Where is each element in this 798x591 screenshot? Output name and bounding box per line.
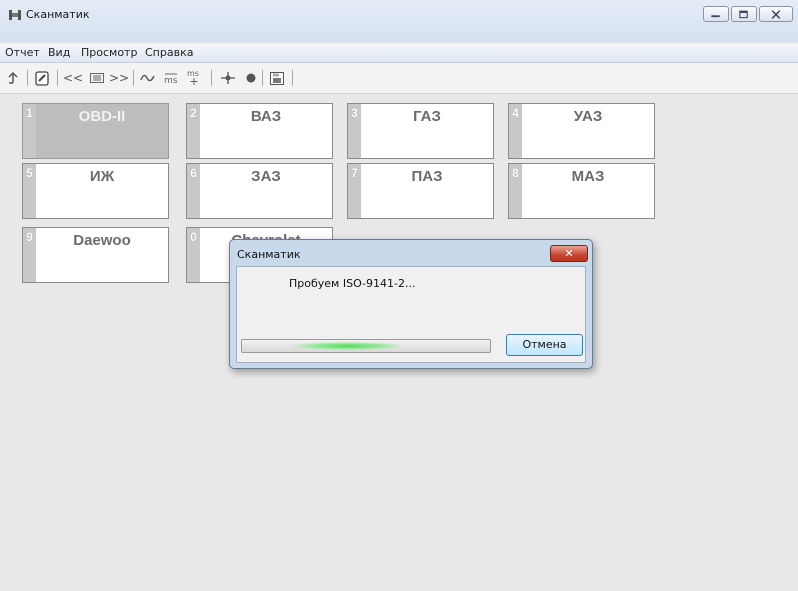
tile-label: ЗАЗ (251, 168, 281, 185)
tile-paz[interactable]: 7 ПАЗ (347, 163, 494, 219)
close-icon (771, 10, 781, 19)
tile-number: 3 (348, 104, 361, 158)
upload-button[interactable] (6, 69, 20, 87)
ms-icon: ms (164, 73, 178, 85)
tile-maz[interactable]: 8 МАЗ (508, 163, 655, 219)
toolbar: << >> ms ms (0, 63, 798, 94)
edit-icon (34, 70, 49, 86)
tile-label: OBD-II (78, 108, 126, 125)
tile-number: 9 (23, 228, 36, 282)
window-title: Сканматик (26, 8, 90, 21)
dialog-message: Пробуем ISO-9141-2... (289, 277, 416, 290)
cancel-button[interactable]: Отмена (506, 334, 583, 356)
maximize-icon (739, 10, 748, 19)
toolbar-separator (27, 70, 28, 86)
menu-browse[interactable]: Просмотр (81, 46, 137, 59)
record-icon (246, 73, 256, 83)
tile-label: ГАЗ (413, 108, 441, 125)
dialog-close-button[interactable]: ✕ (550, 245, 588, 262)
list-button[interactable] (88, 69, 106, 87)
tile-label: ПАЗ (411, 168, 443, 185)
tile-daewoo[interactable]: 9 Daewoo (22, 227, 169, 283)
save-icon (270, 71, 284, 85)
save-button[interactable] (268, 69, 286, 87)
app-icon (9, 10, 21, 20)
progress-marquee (292, 342, 402, 350)
menu-help[interactable]: Справка (145, 46, 193, 59)
upload-icon (8, 71, 18, 84)
tile-label: Daewoo (73, 232, 131, 249)
crosshair-button[interactable] (218, 69, 238, 87)
maximize-button[interactable] (731, 6, 757, 22)
tile-number: 1 (23, 104, 36, 158)
app-window: Сканматик Отчет Вид Просмотр Справка << … (0, 0, 798, 591)
ms-button[interactable]: ms (161, 69, 181, 87)
menu-bar: Отчет Вид Просмотр Справка (0, 44, 798, 63)
toolbar-separator (262, 70, 263, 86)
tile-number: 8 (509, 164, 522, 218)
prev-button[interactable]: << (63, 69, 83, 87)
tile-label: УАЗ (573, 108, 603, 125)
ms-plus-icon: ms (187, 69, 199, 85)
tile-number: 0 (187, 228, 200, 282)
tile-number: 6 (187, 164, 200, 218)
tile-label: МАЗ (571, 168, 605, 185)
menu-view[interactable]: Вид (48, 46, 70, 59)
tile-number: 2 (187, 104, 200, 158)
record-button[interactable] (244, 69, 258, 87)
waveform-icon (140, 74, 155, 82)
progress-bar (241, 339, 491, 353)
dialog-title: Сканматик (237, 248, 301, 261)
toolbar-separator (292, 70, 293, 86)
dialog-body: Пробуем ISO-9141-2... Отмена (236, 266, 586, 363)
ms-plus-button[interactable]: ms (184, 69, 204, 87)
tile-uaz[interactable]: 4 УАЗ (508, 103, 655, 159)
next-button[interactable]: >> (109, 69, 129, 87)
list-icon (90, 73, 104, 83)
tile-number: 4 (509, 104, 522, 158)
tile-number: 5 (23, 164, 36, 218)
tile-izh[interactable]: 5 ИЖ (22, 163, 169, 219)
minimize-icon (711, 15, 720, 18)
toolbar-separator (211, 70, 212, 86)
crosshair-icon (221, 72, 235, 84)
edit-button[interactable] (34, 69, 50, 87)
tile-vaz[interactable]: 2 ВАЗ (186, 103, 333, 159)
close-icon: ✕ (564, 247, 574, 260)
title-bar: Сканматик (0, 0, 798, 42)
toolbar-separator (133, 70, 134, 86)
close-window-button[interactable] (759, 6, 793, 22)
tile-number: 7 (348, 164, 361, 218)
svg-text:ms: ms (164, 76, 178, 85)
tile-zaz[interactable]: 6 ЗАЗ (186, 163, 333, 219)
minimize-button[interactable] (703, 6, 729, 22)
waveform-button[interactable] (139, 69, 157, 87)
tile-gaz[interactable]: 3 ГАЗ (347, 103, 494, 159)
tile-label: ВАЗ (250, 108, 282, 125)
progress-dialog: Сканматик ✕ Пробуем ISO-9141-2... Отмена (229, 239, 593, 369)
tile-label: ИЖ (89, 168, 115, 185)
tile-obd-ii[interactable]: 1 OBD-II (22, 103, 169, 159)
menu-report[interactable]: Отчет (5, 46, 40, 59)
svg-text:ms: ms (187, 69, 199, 78)
toolbar-separator (57, 70, 58, 86)
